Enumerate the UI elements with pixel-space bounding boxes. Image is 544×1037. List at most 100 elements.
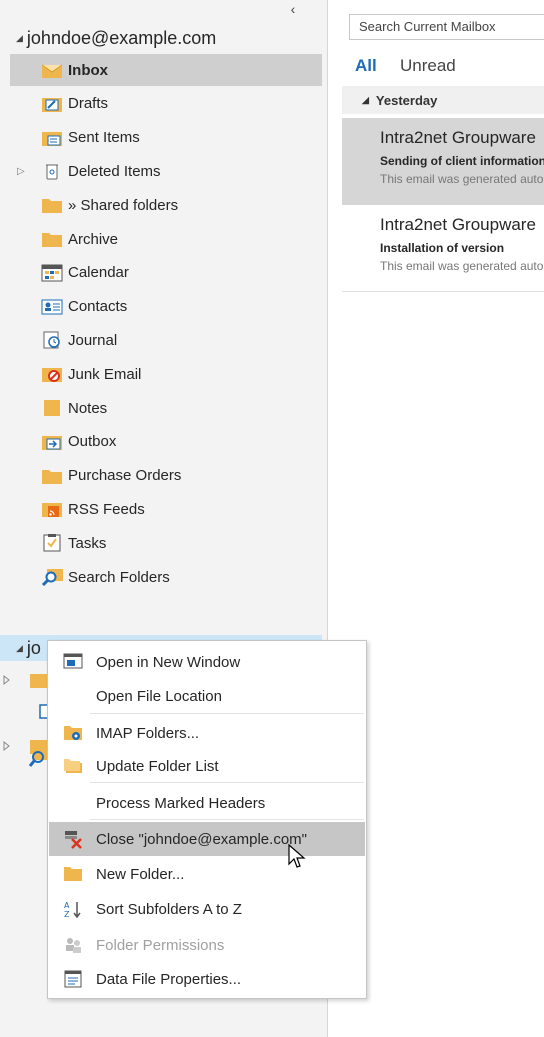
- menu-item-data-file-properties[interactable]: Data File Properties...: [49, 962, 365, 996]
- properties-icon: [63, 969, 83, 989]
- mail-subject: Sending of client information: [380, 154, 544, 168]
- outbox-icon: [41, 433, 63, 451]
- folder-item[interactable]: ▷ Deleted Items: [10, 155, 322, 187]
- permissions-icon: [63, 935, 83, 955]
- calendar-icon: [41, 264, 63, 282]
- collapse-pane-icon[interactable]: ‹: [286, 2, 300, 16]
- menu-item-process-marked-headers[interactable]: Process Marked Headers: [49, 786, 365, 820]
- update-folder-list-icon: [63, 756, 83, 776]
- folder-label: Notes: [68, 399, 108, 417]
- expanded-triangle-icon[interactable]: ◢: [16, 643, 23, 654]
- expanded-triangle-icon[interactable]: ◢: [362, 95, 369, 106]
- expand-arrow-icon[interactable]: ▷: [17, 166, 25, 177]
- menu-item-label: Folder Permissions: [96, 936, 225, 954]
- drafts-icon: [41, 95, 63, 113]
- folder-label: Junk Email: [68, 365, 142, 383]
- folder-label: Inbox: [68, 61, 108, 79]
- junk-email-icon: [41, 365, 63, 383]
- menu-item-label: Sort Subfolders A to Z: [96, 900, 242, 918]
- folder-item[interactable]: Notes: [10, 392, 322, 424]
- folder-label: Archive: [68, 230, 119, 248]
- folder-icon: [41, 467, 63, 485]
- context-menu: Open in New Window Open File Location IMAP…: [47, 640, 367, 999]
- folder-item[interactable]: » Shared folders: [10, 189, 322, 221]
- svg-text:A: A: [64, 901, 70, 910]
- folder-label: Tasks: [68, 534, 107, 552]
- mail-sender: Intra2net Groupware: [380, 128, 536, 147]
- rss-feeds-icon: [41, 500, 63, 518]
- folder-label: Contacts: [68, 298, 128, 316]
- folder-label: Sent Items: [68, 129, 140, 147]
- menu-item-label: Data File Properties...: [96, 970, 242, 988]
- contacts-icon: [41, 298, 63, 316]
- folder-item[interactable]: Inbox: [10, 54, 322, 86]
- sent-items-icon: [41, 129, 63, 147]
- menu-item-label: Close "johndoe@example.com": [96, 830, 307, 848]
- menu-item-folder-permissions: Folder Permissions: [49, 928, 365, 962]
- menu-item-open-new-window[interactable]: Open in New Window: [49, 645, 365, 679]
- inbox-icon: [41, 61, 63, 79]
- svg-text:Z: Z: [64, 910, 70, 919]
- filter-unread-tab[interactable]: Unread: [400, 56, 456, 76]
- sort-az-icon: AZ: [63, 899, 83, 919]
- folder-item[interactable]: Junk Email: [10, 358, 322, 390]
- folder-item[interactable]: Calendar: [10, 257, 322, 289]
- folder-item[interactable]: Search Folders: [10, 561, 322, 593]
- folder-item[interactable]: RSS Feeds: [10, 493, 322, 525]
- mail-preview: This email was generated automatically: [380, 259, 544, 273]
- close-data-file-icon: [63, 829, 83, 849]
- search-input[interactable]: Search Current Mailbox: [349, 14, 544, 40]
- date-group-label: Yesterday: [375, 92, 438, 108]
- folder-item[interactable]: Sent Items: [10, 122, 322, 154]
- mail-subject: Installation of version: [380, 241, 505, 255]
- date-group-header[interactable]: ◢ Yesterday: [342, 86, 544, 114]
- folder-item[interactable]: Contacts: [10, 291, 322, 323]
- journal-icon: [41, 331, 63, 349]
- folder-label: Deleted Items: [68, 162, 161, 180]
- folder-icon: [41, 196, 63, 214]
- folder-item[interactable]: Drafts: [10, 88, 322, 120]
- folder-item[interactable]: Outbox: [10, 426, 322, 458]
- menu-item-imap-folders[interactable]: IMAP Folders...: [49, 716, 365, 750]
- folder-label: Journal: [68, 331, 118, 349]
- folder-item[interactable]: Archive: [10, 223, 322, 255]
- folder-item[interactable]: Journal: [10, 324, 322, 356]
- search-folders-icon: [41, 568, 63, 586]
- folder-item[interactable]: Purchase Orders: [10, 460, 322, 492]
- mail-preview: This email was generated automatically: [380, 172, 544, 186]
- account-header[interactable]: ◢ johndoe@example.com: [16, 25, 316, 51]
- menu-item-open-file-location[interactable]: Open File Location: [49, 679, 365, 713]
- menu-item-label: New Folder...: [96, 865, 185, 883]
- menu-item-label: Process Marked Headers: [96, 794, 266, 812]
- list-divider: [342, 291, 544, 292]
- tasks-icon: [41, 534, 63, 552]
- expanded-triangle-icon[interactable]: ◢: [16, 33, 23, 44]
- mail-item[interactable]: Intra2net Groupware Sending of client inf…: [342, 118, 544, 205]
- folder-label: Search Folders: [68, 568, 170, 586]
- menu-item-label: Open File Location: [96, 687, 222, 705]
- folder-label: Drafts: [68, 95, 109, 113]
- folder-icon: [41, 230, 63, 248]
- imap-folders-icon: [63, 723, 83, 743]
- folder-label: Calendar: [68, 264, 129, 282]
- mail-sender: Intra2net Groupware: [380, 215, 536, 234]
- menu-item-label: Update Folder List: [96, 757, 219, 775]
- menu-item-label: IMAP Folders...: [96, 724, 200, 742]
- folder-label: » Shared folders: [68, 196, 179, 214]
- trash-icon: [41, 162, 63, 180]
- folder-label: Purchase Orders: [68, 467, 182, 485]
- folder-label: RSS Feeds: [68, 500, 145, 518]
- menu-separator: [90, 713, 364, 714]
- folder-item[interactable]: Tasks: [10, 527, 322, 559]
- menu-item-sort-subfolders[interactable]: A Z Sort Subfolders A to Z: [49, 892, 365, 926]
- menu-item-close-account[interactable]: Close "johndoe@example.com": [49, 822, 365, 856]
- filter-all-tab[interactable]: All: [355, 56, 377, 76]
- second-account-name: jo: [26, 637, 41, 658]
- folder-label: Outbox: [68, 433, 117, 451]
- menu-item-new-folder[interactable]: New Folder...: [49, 857, 365, 891]
- menu-item-update-folder-list[interactable]: Update Folder List: [49, 749, 365, 783]
- mouse-cursor-icon: [288, 843, 306, 868]
- folder-icon: [63, 864, 83, 884]
- mail-item[interactable]: Intra2net Groupware Installation of versi…: [342, 205, 544, 292]
- account-name: johndoe@example.com: [26, 27, 217, 48]
